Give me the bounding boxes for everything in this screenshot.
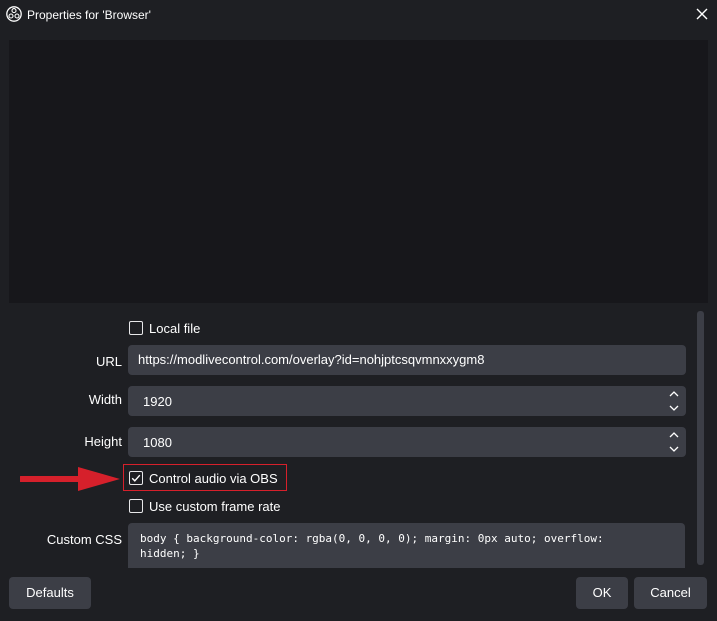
- cancel-button[interactable]: Cancel: [634, 577, 707, 609]
- window-title: Properties for 'Browser': [27, 8, 151, 22]
- height-spinbox[interactable]: 1080: [128, 427, 686, 457]
- obs-logo-icon: [6, 6, 22, 22]
- width-label: Width: [88, 392, 122, 407]
- checkmark-icon: [131, 474, 141, 482]
- source-preview: [9, 40, 708, 303]
- close-button[interactable]: [690, 2, 714, 26]
- custom-css-textarea[interactable]: body { background-color: rgba(0, 0, 0, 0…: [128, 523, 685, 571]
- close-icon: [696, 8, 708, 20]
- custom-frame-rate-checkbox[interactable]: [129, 499, 143, 513]
- properties-dialog: Properties for 'Browser' Local file URL …: [0, 0, 717, 621]
- title-bar: Properties for 'Browser': [0, 0, 717, 30]
- dialog-footer: Defaults OK Cancel: [0, 568, 717, 621]
- height-increment-button[interactable]: [664, 428, 684, 442]
- red-arrow-annotation: [20, 467, 120, 491]
- local-file-checkbox[interactable]: [129, 321, 143, 335]
- control-audio-checkbox[interactable]: [129, 471, 143, 485]
- ok-button[interactable]: OK: [576, 577, 628, 609]
- control-audio-label: Control audio via OBS: [149, 471, 278, 486]
- chevron-up-icon: [669, 391, 679, 397]
- chevron-down-icon: [669, 446, 679, 452]
- url-label: URL: [95, 354, 122, 369]
- defaults-button[interactable]: Defaults: [9, 577, 91, 609]
- width-spinbox[interactable]: 1920: [128, 386, 686, 416]
- width-increment-button[interactable]: [664, 387, 684, 401]
- custom-frame-rate-label: Use custom frame rate: [149, 499, 281, 514]
- height-label: Height: [84, 434, 122, 449]
- width-decrement-button[interactable]: [664, 401, 684, 415]
- custom-css-line-2: hidden; }: [140, 547, 200, 560]
- height-decrement-button[interactable]: [664, 442, 684, 456]
- scrollbar-thumb[interactable]: [697, 311, 704, 565]
- url-input[interactable]: https://modlivecontrol.com/overlay?id=no…: [128, 345, 686, 375]
- custom-css-line-1: body { background-color: rgba(0, 0, 0, 0…: [140, 532, 604, 545]
- custom-css-label: Custom CSS: [46, 532, 122, 547]
- local-file-label: Local file: [149, 321, 201, 336]
- chevron-up-icon: [669, 432, 679, 438]
- chevron-down-icon: [669, 405, 679, 411]
